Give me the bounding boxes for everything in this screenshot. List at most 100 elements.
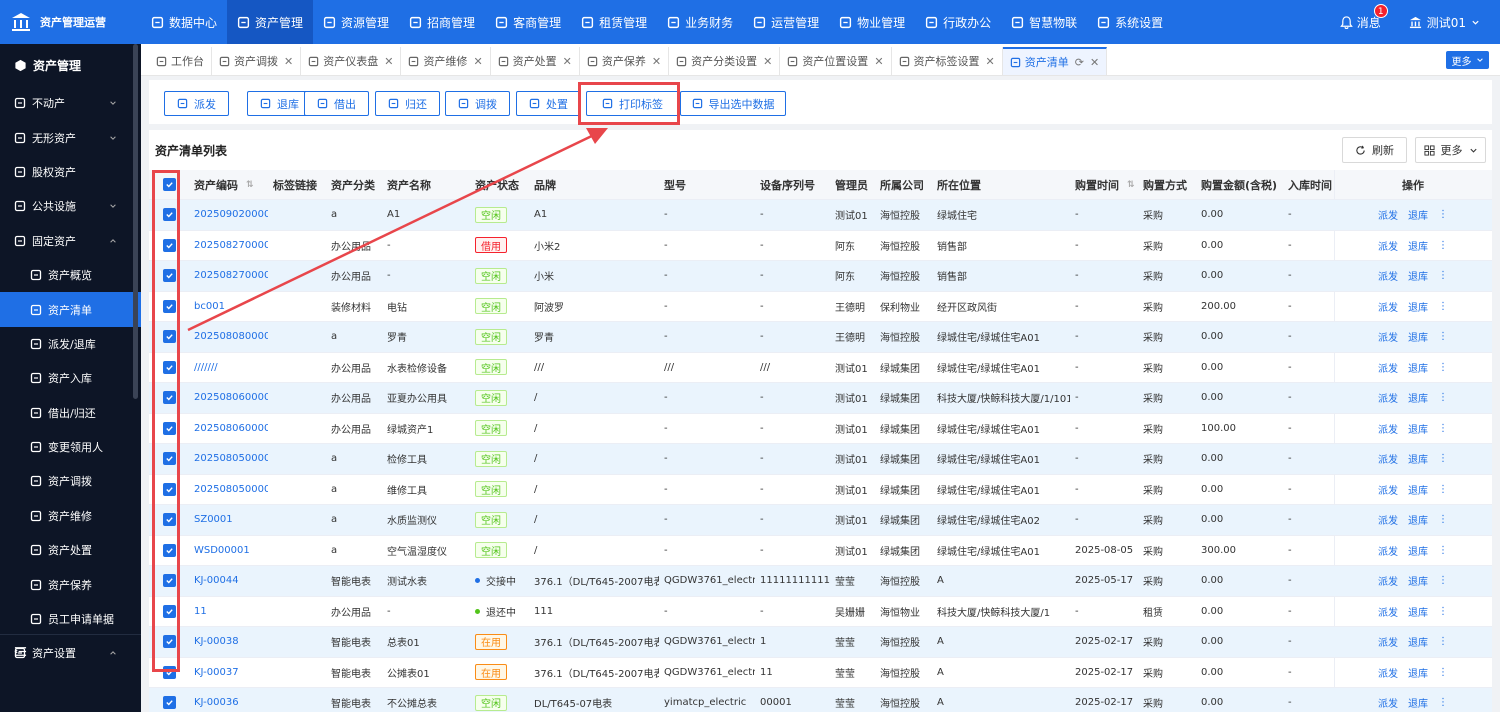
- top-nav-item[interactable]: 客商管理: [485, 0, 571, 44]
- cell-code[interactable]: KJ-00037: [189, 658, 268, 688]
- cell-code[interactable]: 2025080600000: [189, 414, 268, 444]
- sidebar-item[interactable]: 资产调拨: [0, 464, 141, 498]
- dispatch-action[interactable]: 派发: [1378, 329, 1398, 344]
- close-icon[interactable]: ✕: [652, 55, 661, 68]
- more-actions-icon[interactable]: ⋮: [1438, 514, 1448, 525]
- column-header[interactable]: 购置方式: [1138, 170, 1196, 199]
- sidebar-item[interactable]: 借出/归还: [0, 396, 141, 430]
- more-actions-icon[interactable]: ⋮: [1438, 667, 1448, 678]
- sidebar-item[interactable]: 不动产: [0, 86, 141, 120]
- more-actions-icon[interactable]: ⋮: [1438, 423, 1448, 434]
- top-nav-item[interactable]: 运营管理: [743, 0, 829, 44]
- asset-code-link[interactable]: bc001: [194, 301, 225, 312]
- sidebar-item[interactable]: 资产处置: [0, 533, 141, 567]
- return-action[interactable]: 退库: [1408, 573, 1428, 588]
- close-icon[interactable]: ✕: [284, 55, 293, 68]
- asset-code-link[interactable]: 2025082700000: [194, 240, 268, 251]
- close-icon[interactable]: ✕: [1090, 56, 1099, 69]
- return-action[interactable]: 退库: [1408, 360, 1428, 375]
- column-header[interactable]: 品牌: [529, 170, 659, 199]
- asset-code-link[interactable]: 2025082700000: [194, 270, 268, 281]
- cell-code[interactable]: bc001: [189, 292, 268, 322]
- user-menu[interactable]: 测试01: [1409, 14, 1480, 31]
- table-row[interactable]: 2025080800000 a 罗青 空闲 罗青 - - 王德明 海恒控股 绿城住宅/绿城住宅A0…: [149, 322, 1492, 353]
- sidebar-item[interactable]: 资产维修: [0, 499, 141, 533]
- table-row[interactable]: WSD00001 a 空气温湿度仪 空闲 / - - 测试01 绿城集团 绿城住宅/绿城住宅A01…: [149, 536, 1492, 566]
- dispatch-action[interactable]: 派发: [1378, 299, 1398, 314]
- dispatch-action[interactable]: 派发: [1378, 421, 1398, 436]
- return-action[interactable]: 退库: [1408, 604, 1428, 619]
- tab-item[interactable]: 资产维修 ✕: [401, 47, 491, 75]
- return-action[interactable]: 退库: [1408, 512, 1428, 527]
- return-action[interactable]: 退库: [1408, 665, 1428, 680]
- more-actions-icon[interactable]: ⋮: [1438, 270, 1448, 281]
- asset-code-link[interactable]: 2025080600000: [194, 392, 268, 403]
- table-row[interactable]: 2025082700000 办公用品 - 借用 小米2 - - 阿东 海恒控股 销售部 - 采购 0.0…: [149, 231, 1492, 261]
- tab-item[interactable]: 工作台: [149, 47, 212, 75]
- asset-code-link[interactable]: KJ-00044: [194, 575, 239, 586]
- column-header[interactable]: 所属公司: [875, 170, 932, 199]
- asset-code-link[interactable]: 11: [194, 606, 207, 617]
- dispatch-action[interactable]: 派发: [1378, 238, 1398, 253]
- top-nav-item[interactable]: 智慧物联: [1001, 0, 1087, 44]
- table-row[interactable]: KJ-00037 智能电表 公摊表01 在用 376.1（DL/T645-2007电表）…: [149, 658, 1492, 688]
- more-actions-icon[interactable]: ⋮: [1438, 209, 1448, 220]
- sidebar-item[interactable]: 固定资产: [0, 224, 141, 258]
- list-more-button[interactable]: 更多: [1415, 137, 1486, 163]
- sidebar-item[interactable]: 股权资产: [0, 155, 141, 189]
- tab-item[interactable]: 资产处置 ✕: [491, 47, 580, 75]
- close-icon[interactable]: ✕: [986, 55, 995, 68]
- cell-code[interactable]: KJ-00036: [189, 688, 268, 712]
- table-row[interactable]: bc001 装修材料 电钻 空闲 阿波罗 - - 王德明 保利物业 经开区政风街 - 采购 200.00…: [149, 292, 1492, 322]
- column-header[interactable]: 管理员: [830, 170, 875, 199]
- table-row[interactable]: KJ-00044 智能电表 测试水表 交接中 376.1（DL/T645-2007电表）…: [149, 566, 1492, 597]
- more-actions-icon[interactable]: ⋮: [1438, 362, 1448, 373]
- return-action[interactable]: 退库: [1408, 543, 1428, 558]
- column-header[interactable]: 购置时间 ⇅: [1070, 170, 1138, 199]
- cell-code[interactable]: 2025080500000: [189, 475, 268, 505]
- more-actions-icon[interactable]: ⋮: [1438, 331, 1448, 342]
- more-actions-icon[interactable]: ⋮: [1438, 240, 1448, 251]
- column-header[interactable]: 所在位置: [932, 170, 1070, 199]
- top-nav-item[interactable]: 数据中心: [141, 0, 227, 44]
- table-row[interactable]: SZ0001 a 水质监测仪 空闲 / - - 测试01 绿城集团 绿城住宅/绿城住宅A02 - 采购…: [149, 505, 1492, 536]
- table-row[interactable]: KJ-00036 智能电表 不公摊总表 空闲 DL/T645-07电表 yimatcp_e…: [149, 688, 1492, 712]
- toolbar-button[interactable]: 退库: [247, 91, 312, 116]
- column-header[interactable]: 型号: [659, 170, 755, 199]
- cell-code[interactable]: 2025082700000: [189, 231, 268, 261]
- asset-code-link[interactable]: 2025080800000: [194, 331, 268, 342]
- table-row[interactable]: 2025080600000 办公用品 亚夏办公用具 空闲 / - - 测试01 绿城集团 科技大厦…: [149, 383, 1492, 414]
- cell-code[interactable]: SZ0001: [189, 505, 268, 535]
- column-header[interactable]: 购置金额(含税): [1196, 170, 1283, 199]
- cell-code[interactable]: 11: [189, 597, 268, 627]
- toolbar-button[interactable]: 处置: [516, 91, 581, 116]
- close-icon[interactable]: ✕: [563, 55, 572, 68]
- sidebar-item[interactable]: 无形资产: [0, 120, 141, 154]
- asset-code-link[interactable]: 2025080500000: [194, 453, 268, 464]
- asset-code-link[interactable]: SZ0001: [194, 514, 233, 525]
- column-header[interactable]: 资产状态: [470, 170, 529, 199]
- dispatch-action[interactable]: 派发: [1378, 634, 1398, 649]
- cell-code[interactable]: 2025082700000: [189, 261, 268, 291]
- cell-code[interactable]: 2025080500000: [189, 444, 268, 474]
- return-action[interactable]: 退库: [1408, 238, 1428, 253]
- asset-code-link[interactable]: WSD00001: [194, 545, 250, 556]
- top-nav-item[interactable]: 租赁管理: [571, 0, 657, 44]
- top-nav-item[interactable]: 资产管理: [227, 0, 314, 44]
- more-actions-icon[interactable]: ⋮: [1438, 575, 1448, 586]
- close-icon[interactable]: ✕: [874, 55, 883, 68]
- cell-code[interactable]: KJ-00044: [189, 566, 268, 596]
- column-header[interactable]: 操作: [1334, 170, 1492, 199]
- cell-code[interactable]: KJ-00038: [189, 627, 268, 657]
- tab-item[interactable]: 资产分类设置 ✕: [669, 47, 781, 75]
- toolbar-button[interactable]: 借出: [304, 91, 369, 116]
- cell-code[interactable]: 2025090200000: [189, 200, 268, 230]
- column-header[interactable]: 资产名称: [382, 170, 470, 199]
- tab-item[interactable]: 资产仪表盘 ✕: [301, 47, 402, 75]
- cell-code[interactable]: 2025080600000: [189, 383, 268, 413]
- return-action[interactable]: 退库: [1408, 695, 1428, 710]
- sidebar-scrollbar[interactable]: [133, 44, 138, 399]
- column-header[interactable]: 资产分类: [326, 170, 382, 199]
- row-checkbox[interactable]: [163, 696, 176, 710]
- return-action[interactable]: 退库: [1408, 268, 1428, 283]
